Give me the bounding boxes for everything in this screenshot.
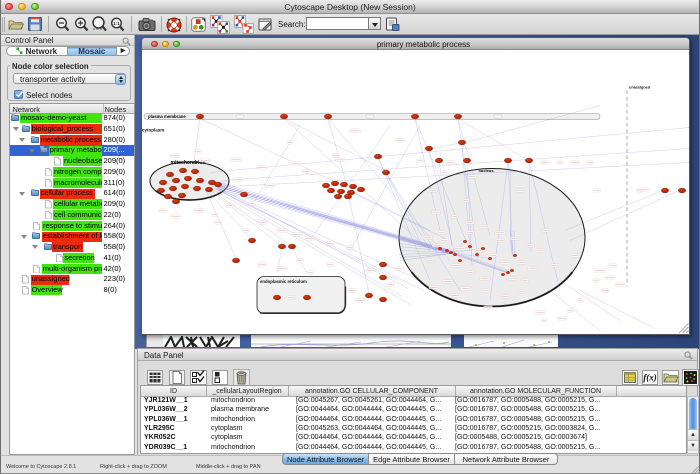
svg-text:endoplasmic reticulum: endoplasmic reticulum [260, 279, 307, 284]
svg-text:cytoplasm: cytoplasm [142, 127, 164, 132]
svg-text:plasma membrane: plasma membrane [148, 114, 186, 119]
svg-text:f(x): f(x) [643, 373, 657, 383]
svg-text:unassigned: unassigned [629, 85, 651, 89]
svg-text:1:1: 1:1 [113, 20, 120, 25]
svg-text:nucleus: nucleus [478, 168, 494, 173]
